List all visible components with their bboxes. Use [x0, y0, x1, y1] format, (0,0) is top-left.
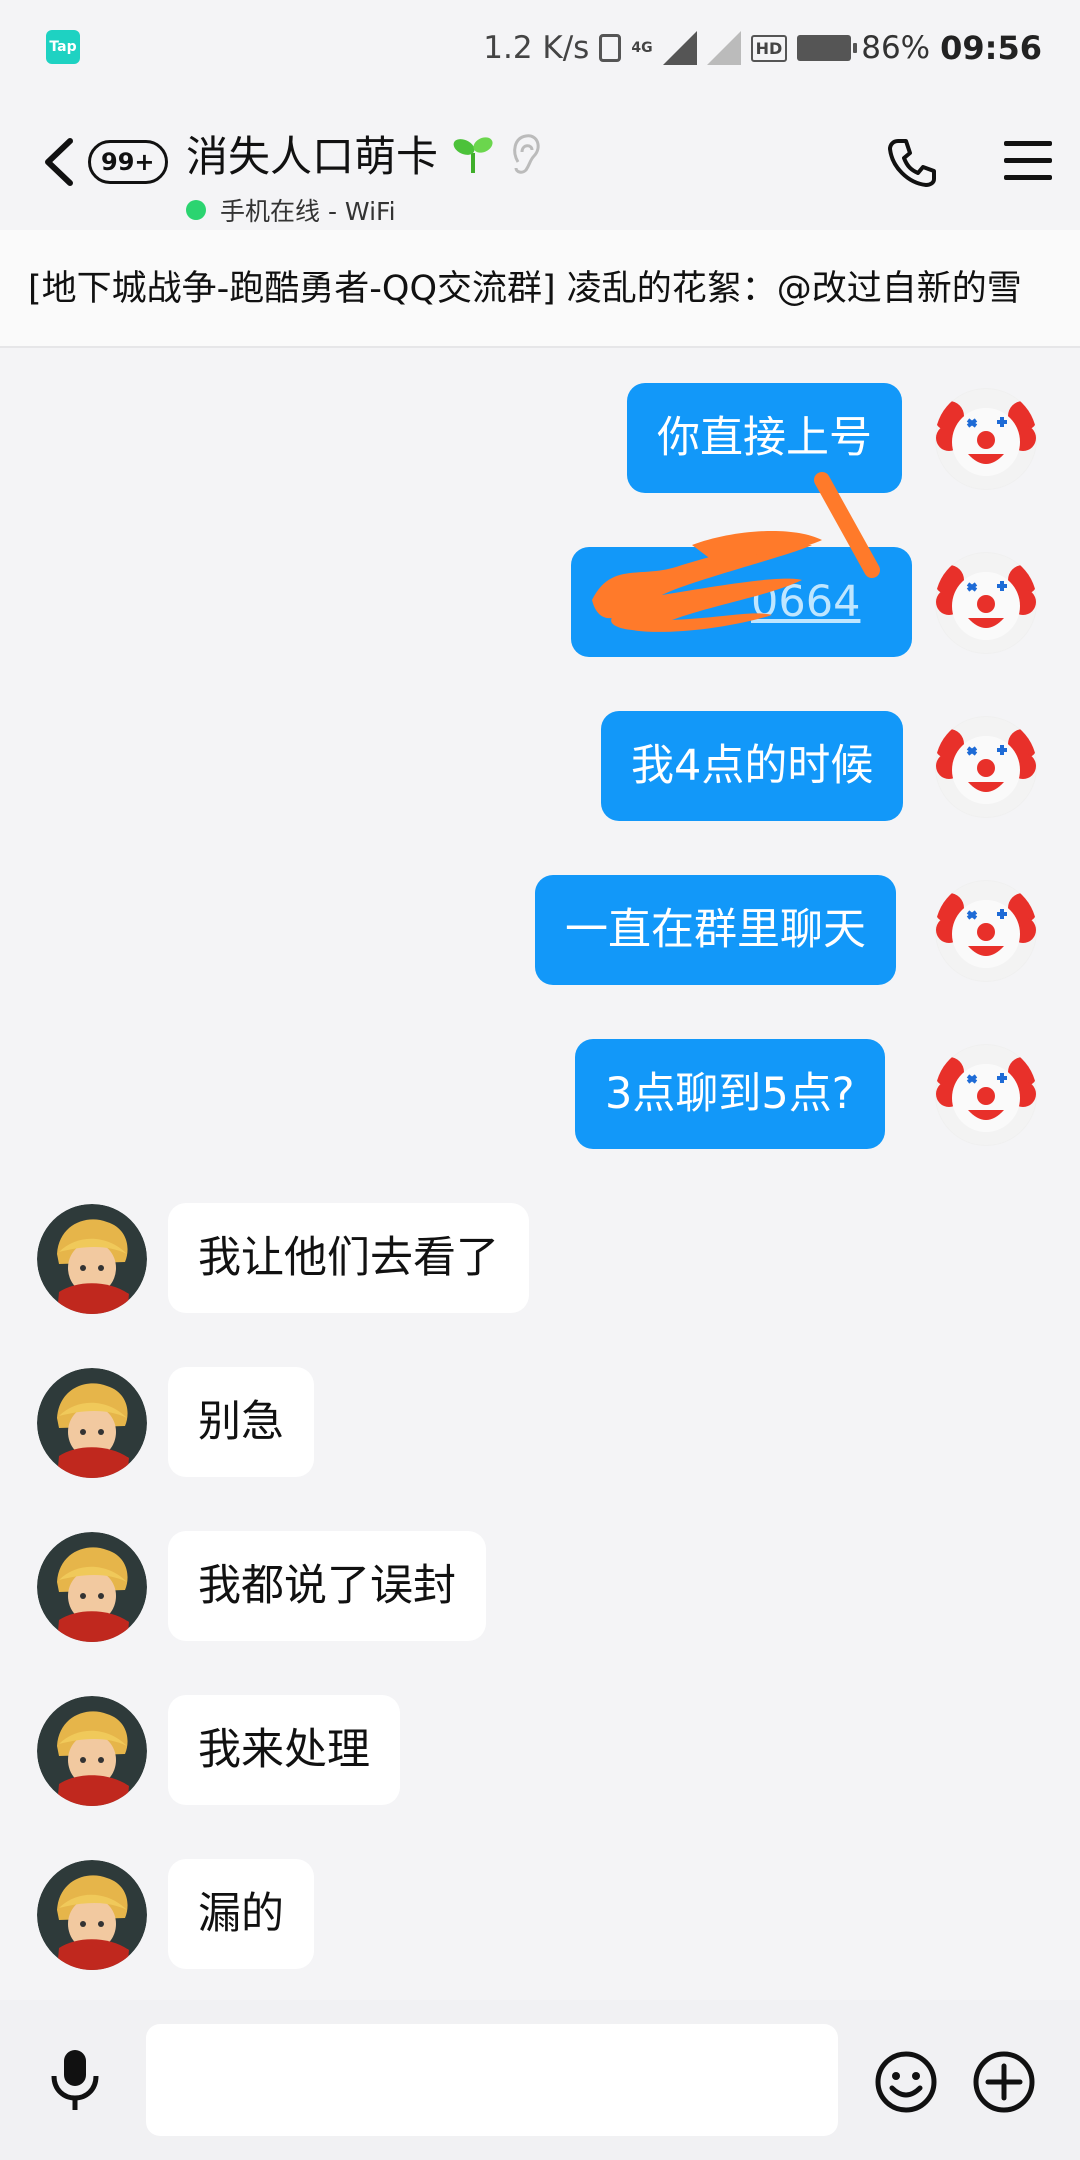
network-speed: 1.2 K/s: [483, 30, 590, 66]
contact-name: 消失人口萌卡: [186, 132, 439, 181]
contact-avatar[interactable]: [37, 1204, 147, 1314]
clown-avatar[interactable]: [935, 880, 1037, 982]
back-arrow-icon[interactable]: [40, 135, 80, 189]
contact-info[interactable]: 消失人口萌卡 手机在线 - WiFi: [186, 123, 544, 228]
message-bubble-out[interactable]: 一直在群里聊天: [535, 875, 896, 985]
phone-call-icon[interactable]: [884, 135, 940, 191]
vibrate-icon: [599, 34, 622, 62]
signal-empty-icon: [706, 31, 741, 65]
tap-app-icon: Tap: [46, 30, 80, 64]
contact-avatar[interactable]: [37, 1696, 147, 1806]
ear-icon[interactable]: [508, 132, 544, 176]
contact-avatar[interactable]: [37, 1368, 147, 1478]
sprout-icon: [453, 136, 493, 173]
microphone-icon[interactable]: [48, 2048, 102, 2112]
unread-count-badge[interactable]: 99+: [88, 140, 168, 184]
contact-avatar[interactable]: [37, 1532, 147, 1642]
message-input-bar: [0, 2000, 1080, 2160]
contact-avatar[interactable]: [37, 1860, 147, 1970]
message-bubble-in[interactable]: 漏的: [168, 1859, 314, 1969]
message-bubble-out[interactable]: 3点聊到5点?: [575, 1039, 885, 1149]
network-type-icon: 4G: [631, 40, 653, 56]
redaction-scribble: [592, 472, 880, 632]
signal-icon: [662, 31, 697, 65]
clown-avatar[interactable]: [935, 1044, 1037, 1146]
clown-avatar[interactable]: [935, 716, 1037, 818]
group-notice-bar[interactable]: [地下城战争-跑酷勇者-QQ交流群] 凌乱的花絮：@改过自新的雪: [0, 230, 1080, 348]
message-bubble-in[interactable]: 我让他们去看了: [168, 1203, 529, 1313]
clown-avatar[interactable]: [935, 388, 1037, 490]
message-text-input[interactable]: [146, 2024, 838, 2136]
online-status-dot: [186, 200, 206, 220]
status-indicators: 1.2 K/s 4G HD 86% 09:56: [483, 26, 1042, 70]
clown-avatar[interactable]: [935, 552, 1037, 654]
battery-percent: 86%: [861, 30, 931, 66]
hd-icon: HD: [750, 34, 788, 62]
message-bubble-out[interactable]: 我4点的时候: [601, 711, 904, 821]
emoji-icon[interactable]: [874, 2050, 938, 2114]
message-bubble-in[interactable]: 我都说了误封: [168, 1531, 486, 1641]
status-bar: Tap 1.2 K/s 4G HD 86% 09:56: [0, 0, 1080, 95]
message-bubble-in[interactable]: 别急: [168, 1367, 314, 1477]
chat-header: 99+ 消失人口萌卡 手机在线 - WiFi: [0, 95, 1080, 230]
add-icon[interactable]: [972, 2050, 1036, 2114]
clock: 09:56: [940, 29, 1042, 67]
battery-icon: [797, 35, 858, 61]
online-status-text: 手机在线 - WiFi: [220, 197, 396, 226]
message-bubble-in[interactable]: 我来处理: [168, 1695, 400, 1805]
menu-icon[interactable]: [1004, 139, 1052, 183]
